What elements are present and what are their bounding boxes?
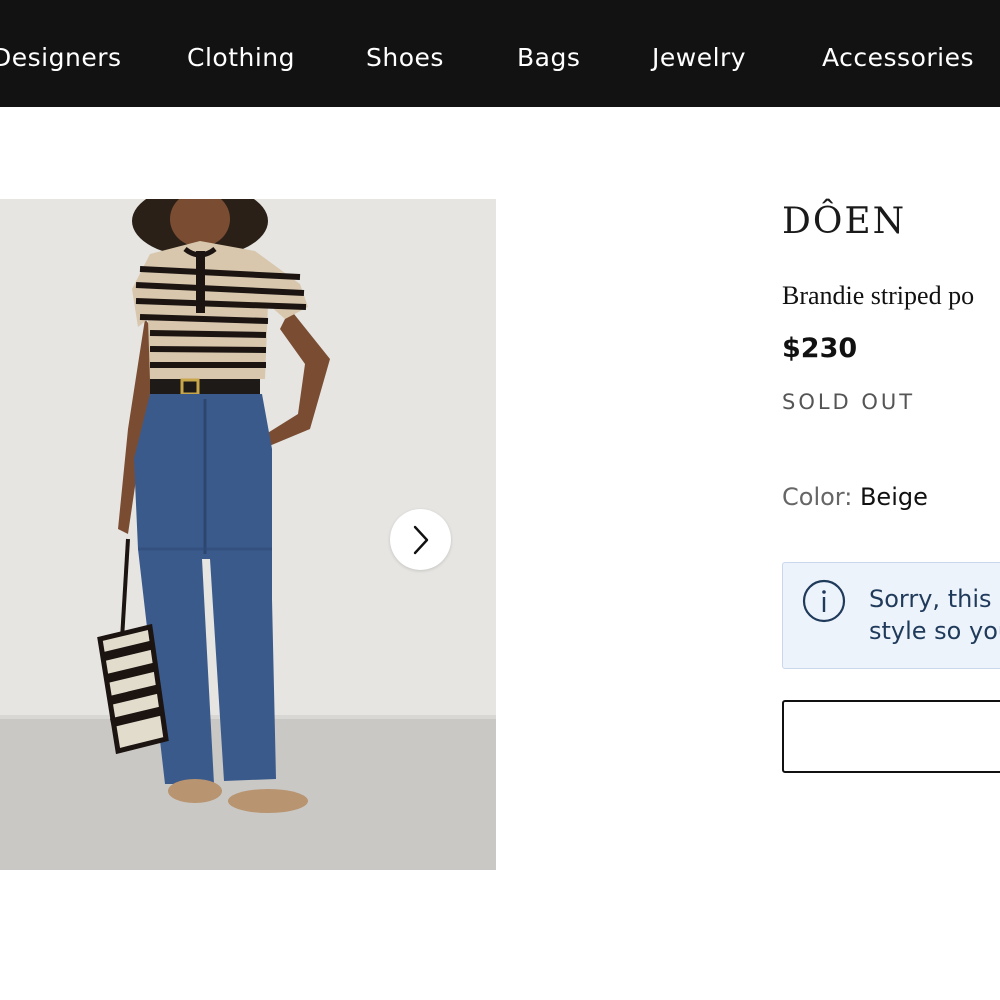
color-label: Color: [782, 483, 853, 511]
nav-item-designers[interactable]: Designers [0, 40, 122, 76]
color-selection: Color: Beige [782, 482, 928, 512]
info-icon [802, 579, 846, 623]
top-navigation: Designers Clothing Shoes Bags Jewelry Ac… [0, 0, 1000, 107]
nav-item-jewelry[interactable]: Jewelry [652, 40, 746, 76]
product-title: Brandie striped po [782, 281, 975, 310]
sold-out-notice: Sorry, this i style so you [782, 562, 1000, 669]
notice-message: Sorry, this i style so you [869, 585, 1000, 645]
notify-button[interactable] [782, 700, 1000, 773]
carousel-next-button[interactable] [390, 509, 451, 570]
nav-item-clothing[interactable]: Clothing [187, 40, 295, 76]
product-price: $230 [782, 333, 858, 364]
color-value: Beige [859, 483, 928, 511]
chevron-right-icon [413, 525, 428, 554]
nav-item-accessories[interactable]: Accessories [822, 40, 974, 76]
brand-name[interactable]: DÔEN [782, 200, 906, 244]
stock-status: SOLD OUT [782, 390, 916, 414]
product-image[interactable] [0, 199, 496, 870]
nav-item-bags[interactable]: Bags [517, 40, 580, 76]
nav-item-shoes[interactable]: Shoes [366, 40, 444, 76]
